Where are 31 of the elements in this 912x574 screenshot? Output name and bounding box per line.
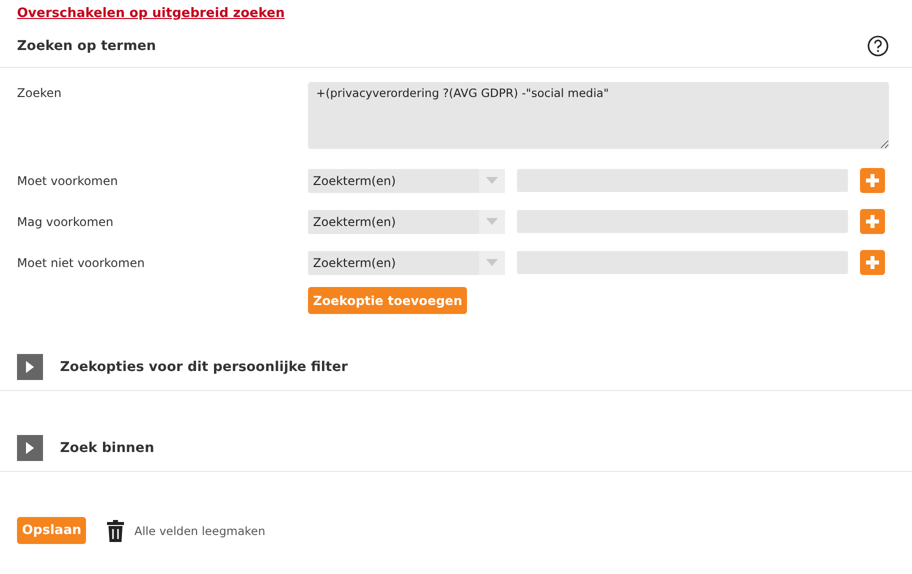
field-label: Zoeken	[17, 85, 62, 100]
search-query-field[interactable]: +(privacyverordering ?(AVG GDPR) -"social media"	[308, 82, 889, 149]
panel-title[interactable]: Zoekopties voor dit persoonlijke filter	[60, 359, 348, 375]
section-title: Zoeken op termen	[17, 38, 156, 54]
clear-fields-link[interactable]: Alle velden leegmaken	[134, 524, 266, 538]
advanced-search-link[interactable]: Overschakelen op uitgebreid zoeken	[17, 6, 285, 21]
add-term-button[interactable]	[860, 209, 885, 234]
caret-icon	[486, 218, 498, 225]
plus-icon	[866, 174, 879, 187]
caret-icon	[486, 177, 498, 184]
field-label: Moet niet voorkomen	[17, 256, 146, 270]
trash-icon[interactable]	[107, 520, 124, 542]
panel-title[interactable]: Zoek binnen	[60, 440, 154, 456]
triangle-icon	[25, 361, 35, 373]
triangle-icon	[25, 442, 35, 454]
expand-toggle[interactable]	[17, 435, 43, 461]
add-term-button[interactable]	[860, 168, 885, 193]
term-dropdown[interactable]: Zoekterm(en)	[308, 250, 505, 274]
field-label: Moet voorkomen	[17, 174, 119, 188]
term-input[interactable]	[517, 251, 848, 274]
plus-icon	[866, 256, 879, 269]
term-input[interactable]	[517, 210, 848, 233]
term-dropdown[interactable]: Zoekterm(en)	[308, 168, 505, 192]
caret-icon	[486, 259, 498, 266]
help-icon[interactable]	[867, 35, 889, 57]
field-label: Mag voorkomen	[17, 214, 114, 228]
term-input[interactable]	[517, 169, 848, 192]
expand-toggle[interactable]	[17, 354, 43, 380]
term-dropdown[interactable]: Zoekterm(en)	[308, 210, 505, 234]
add-term-button[interactable]	[860, 250, 885, 275]
plus-icon	[866, 215, 879, 228]
